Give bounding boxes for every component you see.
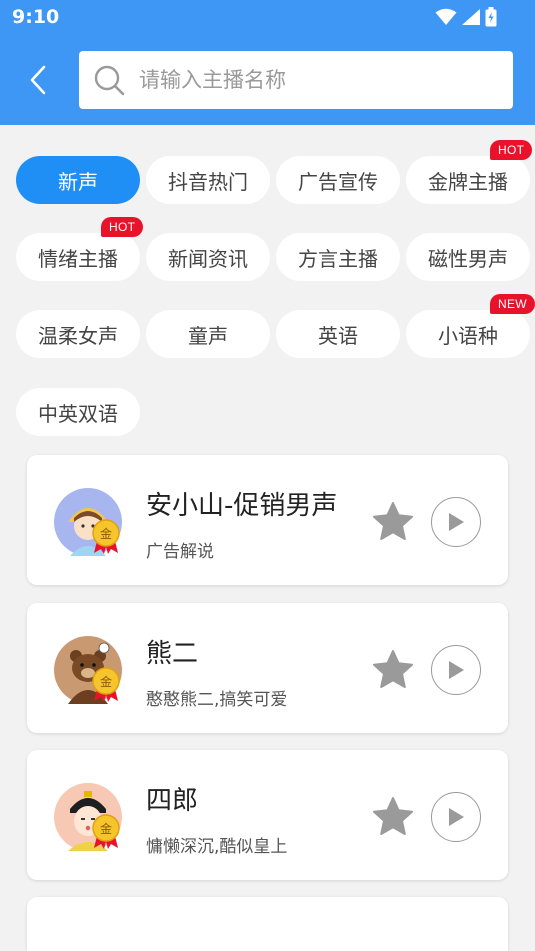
anchor-desc: 广告解说 [146, 542, 214, 562]
hot-badge: HOT [490, 140, 533, 160]
chip-label: 温柔女声 [38, 323, 118, 348]
anchor-name: 安小山-促销男声 [146, 491, 338, 521]
chip-label: 情绪主播 [38, 246, 118, 271]
play-button[interactable] [431, 792, 481, 842]
chip-emotion-anchor[interactable]: 情绪主播 [16, 233, 140, 281]
wifi-icon [435, 8, 457, 25]
top-header: 9:10 [0, 0, 535, 125]
chip-magnetic-male[interactable]: 磁性男声 [406, 233, 530, 281]
status-bar: 9:10 [0, 0, 535, 36]
new-badge: NEW [490, 294, 535, 314]
back-icon [30, 65, 46, 95]
chip-child-voice[interactable]: 童声 [146, 310, 270, 358]
chip-douyin-hot[interactable]: 抖音热门 [146, 156, 270, 204]
play-button[interactable] [431, 497, 481, 547]
search-input[interactable] [139, 51, 499, 109]
status-icons [435, 7, 497, 27]
chip-label: 磁性男声 [428, 246, 508, 271]
chip-minor-languages[interactable]: 小语种 [406, 310, 530, 358]
chip-dialect[interactable]: 方言主播 [276, 233, 400, 281]
play-icon [449, 661, 464, 679]
anchor-name: 四郎 [146, 786, 199, 816]
star-icon[interactable] [371, 500, 415, 544]
medal-label: 金 [100, 526, 112, 541]
chip-label: 童声 [188, 323, 228, 348]
medal-label: 金 [100, 821, 112, 836]
back-button[interactable] [20, 60, 56, 100]
medal-label: 金 [100, 674, 112, 689]
battery-icon [485, 7, 497, 27]
chip-label: 新声 [58, 169, 98, 194]
play-icon [449, 513, 464, 531]
chip-label: 广告宣传 [298, 169, 378, 194]
chip-bilingual[interactable]: 中英双语 [16, 388, 140, 436]
chip-gentle-female[interactable]: 温柔女声 [16, 310, 140, 358]
anchor-card-partial[interactable] [27, 897, 508, 951]
chip-label: 小语种 [438, 323, 498, 348]
chip-label: 新闻资讯 [168, 246, 248, 271]
play-button[interactable] [431, 645, 481, 695]
chip-gold-anchor[interactable]: 金牌主播 [406, 156, 530, 204]
chip-xinsheng[interactable]: 新声 [16, 156, 140, 204]
search-icon [94, 65, 125, 96]
hot-badge: HOT [101, 217, 144, 237]
anchor-card[interactable]: 金 熊二 憨憨熊二,搞笑可爱 [27, 603, 508, 733]
anchor-name: 熊二 [146, 639, 199, 669]
chip-label: 中英双语 [38, 401, 118, 426]
star-icon[interactable] [371, 648, 415, 692]
anchor-card[interactable]: 金 安小山-促销男声 广告解说 [27, 455, 508, 585]
search-box[interactable] [79, 51, 513, 109]
chip-news[interactable]: 新闻资讯 [146, 233, 270, 281]
anchor-desc: 憨憨熊二,搞笑可爱 [146, 690, 288, 710]
status-time: 9:10 [12, 6, 60, 28]
chip-label: 抖音热门 [168, 169, 248, 194]
anchor-desc: 慵懒深沉,酷似皇上 [146, 837, 288, 857]
chip-label: 英语 [318, 323, 358, 348]
anchor-card[interactable]: 金 四郎 慵懒深沉,酷似皇上 [27, 750, 508, 880]
signal-icon [462, 9, 480, 25]
chip-label: 金牌主播 [428, 169, 508, 194]
chip-label: 方言主播 [298, 246, 378, 271]
chip-english[interactable]: 英语 [276, 310, 400, 358]
star-icon[interactable] [371, 795, 415, 839]
play-icon [449, 808, 464, 826]
medal-icon: 金 [92, 667, 120, 702]
medal-icon: 金 [92, 519, 120, 554]
chip-advertising[interactable]: 广告宣传 [276, 156, 400, 204]
medal-icon: 金 [92, 814, 120, 849]
